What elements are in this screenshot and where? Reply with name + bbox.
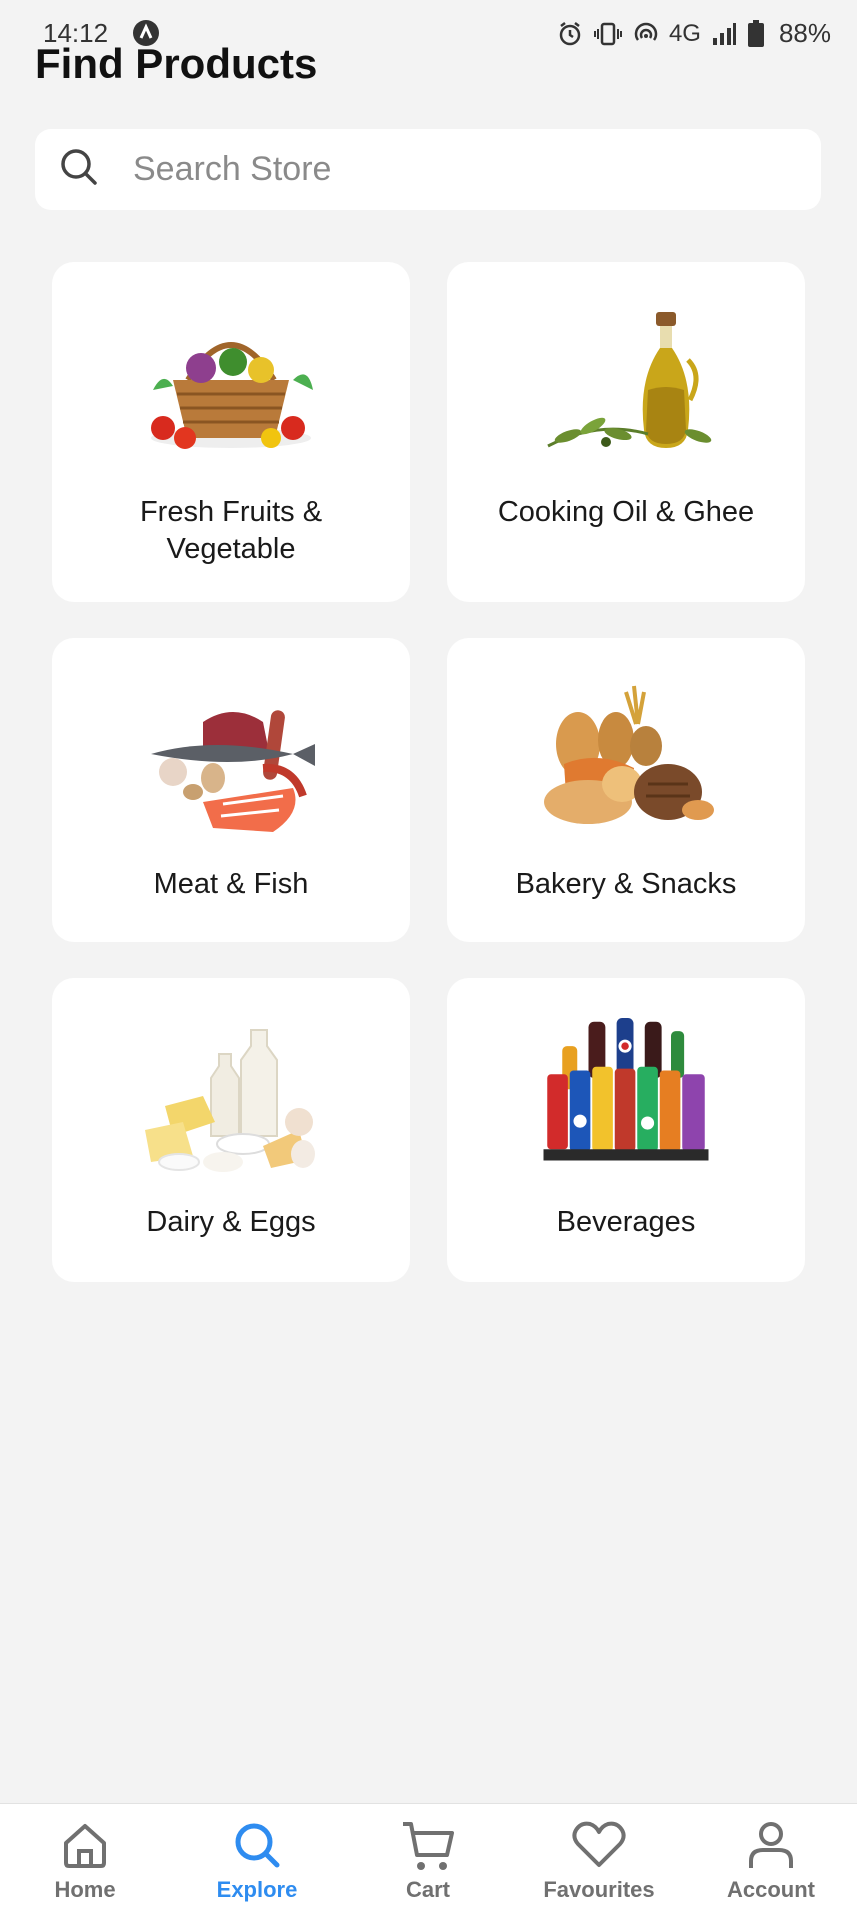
battery-icon	[747, 19, 765, 48]
vegetable-basket-image	[151, 342, 313, 449]
page-title: Find Products	[35, 40, 318, 87]
alarm-icon	[557, 21, 583, 47]
dairy-products-image	[145, 1029, 315, 1172]
user-icon	[749, 1822, 793, 1868]
nav-label: Home	[54, 1877, 116, 1902]
category-card-cooking-oil[interactable]: Cooking Oil & Ghee	[447, 262, 805, 602]
soft-drinks-image	[543, 1018, 709, 1161]
bottom-nav: Home Explore Cart Favourites Account	[0, 1803, 857, 1912]
category-label: Cooking Oil & Ghee	[497, 496, 755, 528]
category-card-bakery[interactable]: Bakery & Snacks	[447, 638, 805, 942]
category-card-fresh-fruits[interactable]: Fresh Fruits & Vegetable	[52, 262, 410, 602]
nav-label: Account	[727, 1877, 815, 1902]
search-icon	[59, 147, 99, 192]
nav-label: Cart	[405, 1877, 450, 1902]
nav-label: Explore	[216, 1877, 298, 1902]
category-card-dairy[interactable]: Dairy & Eggs	[52, 978, 410, 1282]
category-label: Bakery & Snacks	[515, 868, 737, 900]
nav-item-home[interactable]: Home	[10, 1804, 160, 1912]
heart-icon	[572, 1821, 626, 1867]
search-input[interactable]	[131, 149, 735, 190]
olive-oil-bottle-image	[547, 312, 712, 448]
bread-image	[544, 685, 714, 824]
cart-icon	[403, 1822, 454, 1870]
nav-item-account[interactable]: Account	[696, 1804, 846, 1912]
hotspot-icon	[633, 21, 659, 47]
category-label: Meat & Fish	[153, 868, 309, 900]
nav-label: Favourites	[543, 1877, 655, 1902]
vibrate-icon	[593, 21, 623, 47]
category-label: Beverages	[556, 1206, 696, 1238]
home-icon	[64, 1824, 106, 1868]
network-type: 4G	[668, 19, 701, 47]
category-label: Dairy & Eggs	[146, 1206, 316, 1238]
category-card-meat-fish[interactable]: Meat & Fish	[52, 638, 410, 942]
nav-item-favourites[interactable]: Favourites	[524, 1804, 674, 1912]
status-icons: 4G 88%	[557, 18, 831, 49]
search-bar[interactable]	[35, 129, 821, 210]
category-label: Fresh Fruits & Vegetable	[139, 496, 323, 565]
category-card-beverages[interactable]: Beverages	[447, 978, 805, 1282]
search-icon	[235, 1823, 280, 1868]
meat-fish-image	[151, 710, 315, 832]
signal-icon	[711, 21, 737, 47]
battery-level: 88%	[778, 18, 831, 48]
nav-item-cart[interactable]: Cart	[353, 1804, 503, 1912]
nav-item-explore[interactable]: Explore	[182, 1804, 332, 1912]
